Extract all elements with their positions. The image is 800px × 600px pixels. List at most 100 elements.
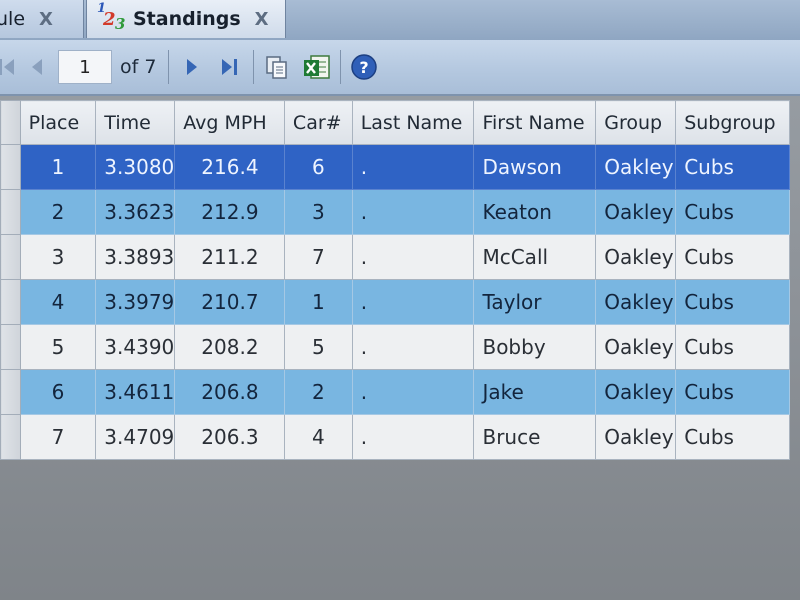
next-page-icon[interactable] <box>177 49 207 85</box>
cell-place: 2 <box>19 189 97 235</box>
tab-standings[interactable]: 1 2 3 Standings X <box>86 0 286 38</box>
cell-place: 3 <box>19 234 97 280</box>
cell-first-name: Bobby <box>473 324 597 370</box>
cell-time: 3.3979 <box>95 279 176 325</box>
table-row[interactable]: 4 3.3979 210.7 1 . Taylor Oakley Cubs <box>0 279 790 325</box>
cell-last-name: . <box>351 279 475 325</box>
standings-grid: Place Time Avg MPH Car# Last Name First … <box>0 100 790 460</box>
row-header-corner <box>0 100 21 145</box>
column-header-group[interactable]: Group <box>595 100 677 145</box>
column-header-avg-mph[interactable]: Avg MPH <box>174 100 285 145</box>
cell-first-name: Bruce <box>473 414 597 460</box>
toolbar-separator <box>340 50 342 84</box>
table-row[interactable]: 5 3.4390 208.2 5 . Bobby Oakley Cubs <box>0 324 790 370</box>
tab-schedule[interactable]: ule X <box>0 0 84 38</box>
column-header-first-name[interactable]: First Name <box>473 100 597 145</box>
cell-last-name: . <box>351 369 475 415</box>
cell-subgroup: Cubs <box>675 279 790 325</box>
cell-time: 3.3080 <box>95 144 176 190</box>
cell-group: Oakley <box>595 144 677 190</box>
table-row[interactable]: 2 3.3623 212.9 3 . Keaton Oakley Cubs <box>0 189 790 235</box>
cell-group: Oakley <box>595 234 677 280</box>
cell-place: 6 <box>19 369 97 415</box>
tab-standings-label: Standings <box>133 8 241 30</box>
cell-first-name: McCall <box>473 234 597 280</box>
cell-avg-mph: 210.7 <box>174 279 285 325</box>
row-selector[interactable] <box>0 234 21 280</box>
cell-avg-mph: 208.2 <box>174 324 285 370</box>
cell-subgroup: Cubs <box>675 234 790 280</box>
cell-group: Oakley <box>595 189 677 235</box>
copy-icon[interactable] <box>262 49 292 85</box>
header-row: Place Time Avg MPH Car# Last Name First … <box>0 100 790 145</box>
help-icon[interactable]: ? <box>349 49 379 85</box>
cell-car-number: 3 <box>283 189 353 235</box>
row-selector[interactable] <box>0 414 21 460</box>
table-row[interactable]: 1 3.3080 216.4 6 . Dawson Oakley Cubs <box>0 144 790 190</box>
cell-avg-mph: 206.3 <box>174 414 285 460</box>
cell-avg-mph: 211.2 <box>174 234 285 280</box>
cell-avg-mph: 216.4 <box>174 144 285 190</box>
cell-avg-mph: 206.8 <box>174 369 285 415</box>
application-window: ule X 1 2 3 Standings X of 7 <box>0 0 800 600</box>
cell-car-number: 5 <box>283 324 353 370</box>
cell-subgroup: Cubs <box>675 369 790 415</box>
prev-page-icon[interactable] <box>22 49 52 85</box>
cell-time: 3.4709 <box>95 414 176 460</box>
cell-last-name: . <box>351 144 475 190</box>
cell-car-number: 2 <box>283 369 353 415</box>
table-row[interactable]: 6 3.4611 206.8 2 . Jake Oakley Cubs <box>0 369 790 415</box>
column-header-time[interactable]: Time <box>95 100 176 145</box>
page-number-input[interactable] <box>58 50 112 84</box>
cell-first-name: Taylor <box>473 279 597 325</box>
standings-table: Place Time Avg MPH Car# Last Name First … <box>0 100 790 460</box>
row-selector[interactable] <box>0 324 21 370</box>
cell-place: 1 <box>19 144 97 190</box>
navigation-toolbar: of 7 <box>0 40 800 96</box>
cell-time: 3.3893 <box>95 234 176 280</box>
cell-last-name: . <box>351 234 475 280</box>
toolbar-separator <box>253 50 255 84</box>
cell-first-name: Dawson <box>473 144 597 190</box>
cell-subgroup: Cubs <box>675 144 790 190</box>
table-row[interactable]: 3 3.3893 211.2 7 . McCall Oakley Cubs <box>0 234 790 280</box>
close-icon[interactable]: X <box>39 9 53 30</box>
page-count-label: of 7 <box>120 56 157 78</box>
last-page-icon[interactable] <box>215 49 245 85</box>
cell-group: Oakley <box>595 369 677 415</box>
cell-avg-mph: 212.9 <box>174 189 285 235</box>
row-selector[interactable] <box>0 279 21 325</box>
cell-group: Oakley <box>595 414 677 460</box>
cell-car-number: 4 <box>283 414 353 460</box>
tab-schedule-label: ule <box>0 8 26 30</box>
cell-first-name: Keaton <box>473 189 597 235</box>
cell-last-name: . <box>351 189 475 235</box>
excel-export-icon[interactable] <box>302 49 332 85</box>
cell-subgroup: Cubs <box>675 324 790 370</box>
cell-car-number: 1 <box>283 279 353 325</box>
column-header-subgroup[interactable]: Subgroup <box>675 100 790 145</box>
cell-group: Oakley <box>595 324 677 370</box>
svg-text:?: ? <box>360 58 369 77</box>
cell-last-name: . <box>351 414 475 460</box>
table-row[interactable]: 7 3.4709 206.3 4 . Bruce Oakley Cubs <box>0 414 790 460</box>
cell-time: 3.3623 <box>95 189 176 235</box>
tab-strip: ule X 1 2 3 Standings X <box>0 0 800 41</box>
cell-time: 3.4611 <box>95 369 176 415</box>
column-header-last-name[interactable]: Last Name <box>351 100 475 145</box>
cell-place: 5 <box>19 324 97 370</box>
numbers-icon: 1 2 3 <box>97 1 126 33</box>
row-selector[interactable] <box>0 189 21 235</box>
column-header-car-number[interactable]: Car# <box>283 100 353 145</box>
cell-place: 4 <box>19 279 97 325</box>
row-selector[interactable] <box>0 369 21 415</box>
cell-last-name: . <box>351 324 475 370</box>
column-header-place[interactable]: Place <box>19 100 97 145</box>
row-selector[interactable] <box>0 144 21 190</box>
cell-group: Oakley <box>595 279 677 325</box>
first-page-icon[interactable] <box>0 49 22 85</box>
toolbar-separator <box>168 50 170 84</box>
close-icon[interactable]: X <box>255 9 269 30</box>
cell-car-number: 7 <box>283 234 353 280</box>
cell-first-name: Jake <box>473 369 597 415</box>
